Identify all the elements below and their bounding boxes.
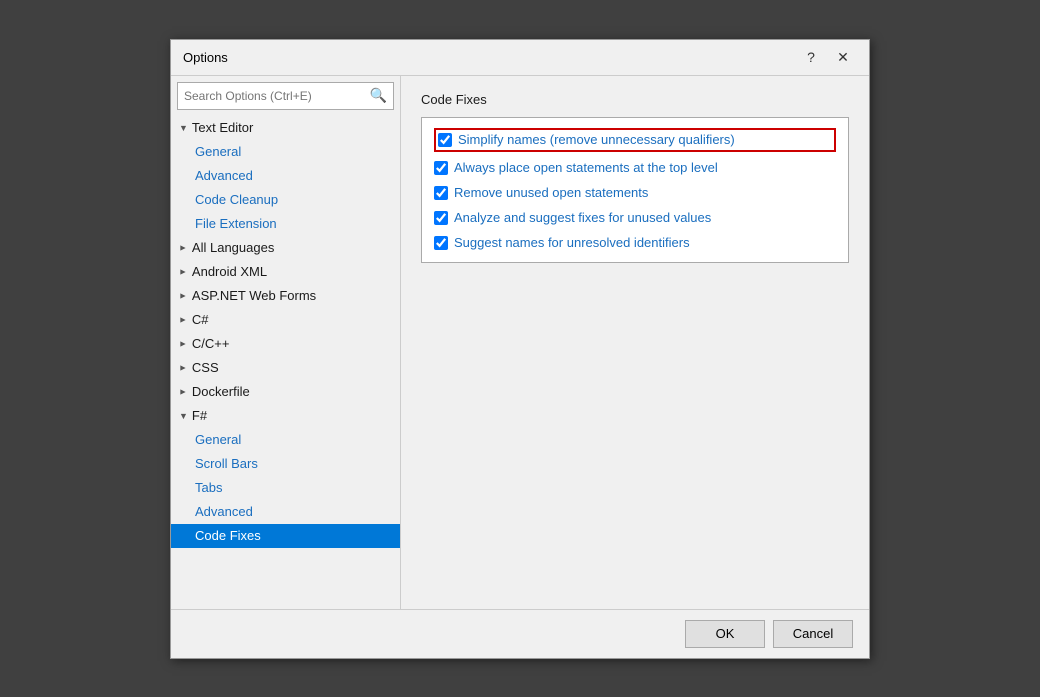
expand-icon: ▼ [177, 315, 187, 324]
checkbox-always-place[interactable] [434, 161, 448, 175]
checkbox-suggest-names[interactable] [434, 236, 448, 250]
section-title: Code Fixes [421, 92, 849, 107]
tree-item-fsharp-codefixes[interactable]: Code Fixes [171, 524, 400, 548]
tree-container[interactable]: ▼ Text Editor General Advanced Code Clea… [171, 116, 400, 609]
help-button[interactable]: ? [797, 45, 825, 69]
tree-label: General [195, 432, 241, 447]
tree-label: Advanced [195, 504, 253, 519]
tree-item-fsharp[interactable]: ▼ F# [171, 404, 400, 428]
checkbox-label-analyze: Analyze and suggest fixes for unused val… [454, 210, 711, 227]
tree-label: C/C++ [192, 336, 230, 351]
checkbox-simplify-names[interactable] [438, 133, 452, 147]
tree-item-fsharp-general[interactable]: General [171, 428, 400, 452]
tree-item-code-cleanup[interactable]: Code Cleanup [171, 188, 400, 212]
tree-item-advanced[interactable]: Advanced [171, 164, 400, 188]
tree-label: All Languages [192, 240, 274, 255]
checkbox-row-highlighted: Simplify names (remove unnecessary quali… [434, 128, 836, 153]
checkbox-label-simplify-names: Simplify names (remove unnecessary quali… [458, 132, 735, 149]
expand-icon: ▼ [179, 411, 188, 421]
tree-label: Android XML [192, 264, 267, 279]
tree-item-fsharp-scrollbars[interactable]: Scroll Bars [171, 452, 400, 476]
tree-item-android-xml[interactable]: ▼ Android XML [171, 260, 400, 284]
tree-item-fsharp-tabs[interactable]: Tabs [171, 476, 400, 500]
expand-icon: ▼ [177, 267, 187, 276]
expand-icon: ▼ [177, 363, 187, 372]
tree-label: Code Fixes [195, 528, 261, 543]
code-fixes-box: Simplify names (remove unnecessary quali… [421, 117, 849, 263]
tree-label: General [195, 144, 241, 159]
checkbox-remove-unused[interactable] [434, 186, 448, 200]
left-panel: 🔍 ▼ Text Editor General Advanced [171, 76, 401, 609]
dialog-title: Options [183, 50, 228, 65]
checkbox-analyze[interactable] [434, 211, 448, 225]
checkbox-label-remove-unused: Remove unused open statements [454, 185, 648, 202]
tree-item-css[interactable]: ▼ CSS [171, 356, 400, 380]
close-button[interactable]: ✕ [829, 45, 857, 69]
dialog-footer: OK Cancel [171, 609, 869, 658]
title-bar-left: Options [183, 50, 228, 65]
dialog-body: 🔍 ▼ Text Editor General Advanced [171, 76, 869, 658]
tree-label: Tabs [195, 480, 222, 495]
checkbox-row-suggest-names: Suggest names for unresolved identifiers [434, 235, 836, 252]
tree-item-file-extension[interactable]: File Extension [171, 212, 400, 236]
options-dialog: Options ? ✕ 🔍 ▼ Text Editor [170, 39, 870, 659]
tree-item-text-editor[interactable]: ▼ Text Editor [171, 116, 400, 140]
expand-icon: ▼ [177, 387, 187, 396]
expand-icon: ▼ [177, 339, 187, 348]
right-panel: Code Fixes Simplify names (remove unnece… [401, 76, 869, 609]
search-icon: 🔍 [370, 87, 387, 104]
tree-item-aspnet[interactable]: ▼ ASP.NET Web Forms [171, 284, 400, 308]
tree-item-cpp[interactable]: ▼ C/C++ [171, 332, 400, 356]
cancel-button[interactable]: Cancel [773, 620, 853, 648]
ok-button[interactable]: OK [685, 620, 765, 648]
search-box[interactable]: 🔍 [177, 82, 394, 110]
tree-label: Text Editor [192, 120, 253, 135]
tree-label: ASP.NET Web Forms [192, 288, 316, 303]
tree-item-dockerfile[interactable]: ▼ Dockerfile [171, 380, 400, 404]
tree-label: File Extension [195, 216, 277, 231]
tree-item-all-languages[interactable]: ▼ All Languages [171, 236, 400, 260]
title-buttons: ? ✕ [797, 45, 857, 69]
tree-item-fsharp-advanced[interactable]: Advanced [171, 500, 400, 524]
tree-label: C# [192, 312, 209, 327]
expand-icon: ▼ [177, 291, 187, 300]
title-bar: Options ? ✕ [171, 40, 869, 76]
tree-label: CSS [192, 360, 219, 375]
expand-icon: ▼ [179, 123, 188, 133]
tree-label: Advanced [195, 168, 253, 183]
tree-item-general[interactable]: General [171, 140, 400, 164]
checkbox-label-always-place: Always place open statements at the top … [454, 160, 718, 177]
tree-label: Code Cleanup [195, 192, 278, 207]
checkbox-row-always-place: Always place open statements at the top … [434, 160, 836, 177]
checkbox-row-remove-unused: Remove unused open statements [434, 185, 836, 202]
tree-label: Dockerfile [192, 384, 250, 399]
checkbox-label-suggest-names: Suggest names for unresolved identifiers [454, 235, 690, 252]
main-area: 🔍 ▼ Text Editor General Advanced [171, 76, 869, 609]
search-input[interactable] [184, 89, 370, 103]
checkbox-row-analyze: Analyze and suggest fixes for unused val… [434, 210, 836, 227]
tree-label: Scroll Bars [195, 456, 258, 471]
tree-item-csharp[interactable]: ▼ C# [171, 308, 400, 332]
tree-label: F# [192, 408, 207, 423]
expand-icon: ▼ [177, 243, 187, 252]
